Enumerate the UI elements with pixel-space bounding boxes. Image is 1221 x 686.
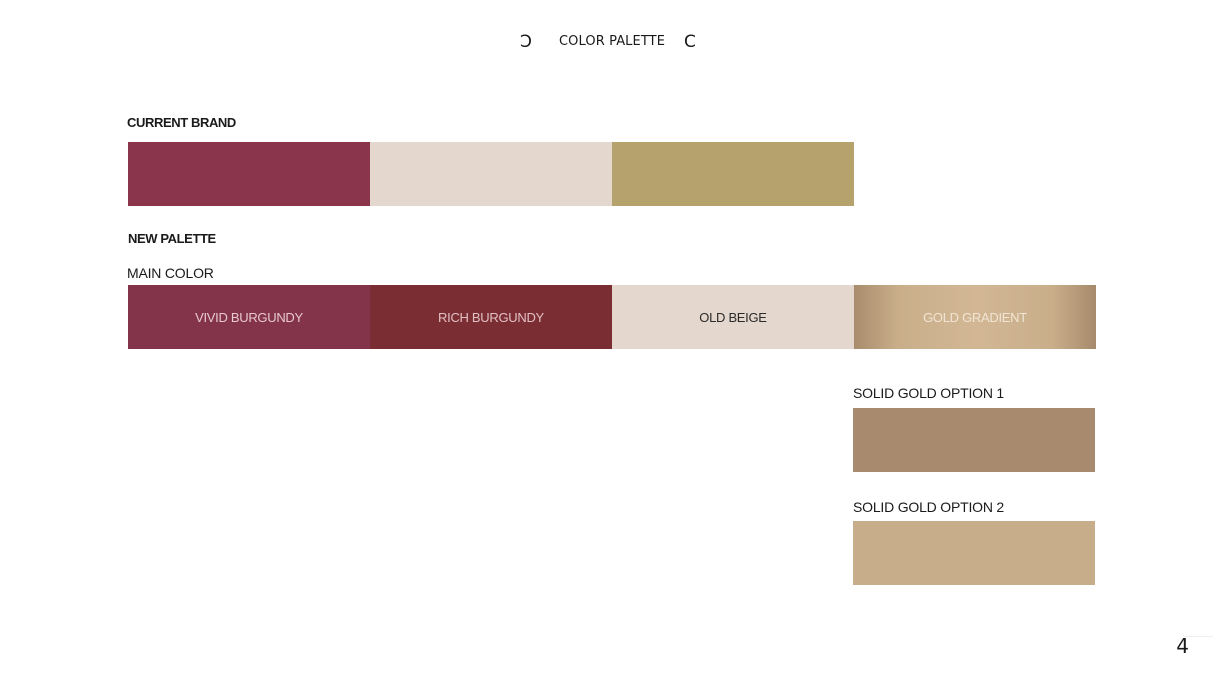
vivid-burgundy-swatch: VIVID BURGUNDY (128, 285, 370, 349)
current-brand-swatch-2 (370, 142, 612, 206)
swatch-label: VIVID BURGUNDY (195, 309, 303, 325)
gold-gradient-swatch: GOLD GRADIENT (854, 285, 1096, 349)
current-brand-swatch-1 (128, 142, 370, 206)
page-header: Ↄ COLOR PALETTE C (0, 30, 1221, 54)
solid-gold-option-1-label: SOLID GOLD OPTION 1 (853, 385, 1005, 401)
new-palette-label: NEW PALETTE (128, 231, 216, 246)
solid-gold-option-2-swatch (853, 521, 1095, 585)
right-bracket-icon: C (684, 32, 696, 52)
page-number: 4 (1176, 634, 1189, 658)
old-beige-swatch: OLD BEIGE (612, 285, 854, 349)
rich-burgundy-swatch: RICH BURGUNDY (370, 285, 612, 349)
swatch-label: OLD BEIGE (699, 309, 767, 325)
swatch-label: GOLD GRADIENT (923, 309, 1027, 325)
corner-divider (1185, 636, 1213, 637)
left-bracket-icon: Ↄ (520, 32, 532, 52)
page-title: COLOR PALETTE (559, 34, 666, 49)
main-color-label: MAIN COLOR (127, 265, 214, 281)
solid-gold-option-1-swatch (853, 408, 1095, 472)
solid-gold-option-2-label: SOLID GOLD OPTION 2 (853, 499, 1005, 515)
swatch-label: RICH BURGUNDY (438, 309, 544, 325)
current-brand-label: CURRENT BRAND (127, 115, 236, 130)
new-palette-swatch-row: VIVID BURGUNDY RICH BURGUNDY OLD BEIGE G… (128, 285, 1096, 349)
current-brand-swatch-3 (612, 142, 854, 206)
current-brand-swatch-row (128, 142, 854, 206)
